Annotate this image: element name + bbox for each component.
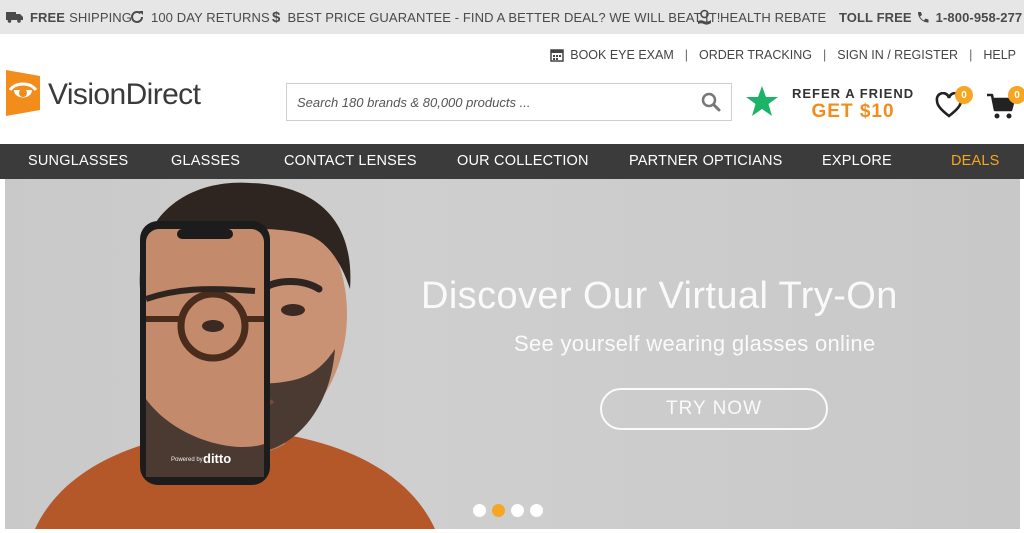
separator: |: [822, 48, 827, 62]
cart-button[interactable]: 0: [986, 86, 1024, 120]
nav-sunglasses[interactable]: SUNGLASSES: [28, 144, 128, 179]
returns: 100 DAY RETURNS: [130, 0, 270, 34]
order-tracking-link[interactable]: ORDER TRACKING: [699, 48, 812, 62]
nav-deals[interactable]: DEALS: [951, 144, 1000, 179]
logo[interactable]: VisionDirect: [4, 68, 201, 123]
price-guarantee-text: BEST PRICE GUARANTEE - FIND A BETTER DEA…: [287, 9, 721, 25]
book-eye-exam-label: BOOK EYE EXAM: [570, 48, 674, 62]
phone-icon: [916, 11, 929, 24]
toll-free[interactable]: TOLL FREE 1-800-958-277: [839, 0, 1022, 34]
hero-model-image: [35, 182, 435, 529]
refer-line-1: REFER A FRIEND: [792, 86, 915, 101]
free-shipping-text: SHIPPING: [69, 9, 133, 25]
calendar-icon: [550, 48, 564, 62]
refer-a-friend[interactable]: REFER A FRIEND GET $10: [746, 86, 914, 122]
carousel-dots: [473, 504, 543, 517]
hero-banner[interactable]: Powered by ditto Discover Our Virtual Tr…: [5, 179, 1020, 529]
separator: |: [684, 48, 688, 62]
refer-text: REFER A FRIEND GET $10: [792, 87, 914, 121]
nav-contact-lenses[interactable]: CONTACT LENSES: [284, 144, 417, 179]
refer-line-2: GET $10: [811, 101, 895, 122]
heart-icon: [935, 91, 963, 122]
separator: |: [969, 48, 973, 62]
dollar-icon: $: [272, 8, 281, 26]
free-shipping-bold: FREE: [30, 9, 66, 25]
hero-subtitle: See yourself wearing glasses online: [514, 331, 876, 356]
phone-caption-small: Powered by: [171, 457, 203, 463]
health-rebate-text: HEALTH REBATE: [720, 9, 827, 25]
star-icon: [746, 86, 778, 122]
promo-bar: FREE SHIPPING 100 DAY RETURNS $ BEST PRI…: [0, 0, 1024, 34]
help-link[interactable]: HELP: [983, 48, 1016, 62]
wishlist-button[interactable]: 0: [935, 86, 973, 122]
refresh-icon: [130, 10, 144, 24]
phone-number: 1-800-958-277: [935, 9, 1023, 25]
sign-in-link[interactable]: SIGN IN / REGISTER: [837, 48, 958, 62]
nav-explore[interactable]: EXPLORE: [822, 144, 892, 179]
search-icon[interactable]: [691, 92, 731, 112]
book-eye-exam-link[interactable]: BOOK EYE EXAM: [550, 48, 674, 62]
nav-our-collection[interactable]: OUR COLLECTION: [457, 144, 589, 179]
main-nav: SUNGLASSES GLASSES CONTACT LENSES OUR CO…: [0, 144, 1024, 179]
try-now-button[interactable]: TRY NOW: [600, 388, 828, 430]
returns-text: 100 DAY RETURNS: [151, 9, 270, 25]
price-guarantee: $ BEST PRICE GUARANTEE - FIND A BETTER D…: [272, 0, 721, 34]
hand-coin-icon: [696, 9, 713, 26]
cart-icon: [986, 93, 1016, 124]
health-rebate: HEALTH REBATE: [696, 0, 826, 34]
hero-title: Discover Our Virtual Try-On: [421, 275, 898, 317]
phone-caption-brand: ditto: [203, 451, 232, 466]
carousel-dot-2[interactable]: [492, 504, 505, 517]
cart-count-badge: 0: [1008, 86, 1024, 104]
nav-glasses[interactable]: GLASSES: [171, 144, 240, 179]
nav-partner-opticians[interactable]: PARTNER OPTICIANS: [629, 144, 783, 179]
logo-text: VisionDirect: [48, 78, 201, 111]
logo-eye-icon: [4, 68, 42, 123]
truck-icon: [6, 11, 23, 23]
wishlist-count-badge: 0: [955, 86, 973, 104]
search-box: [286, 83, 732, 121]
carousel-dot-1[interactable]: [473, 504, 486, 517]
carousel-dot-4[interactable]: [530, 504, 543, 517]
search-input[interactable]: [287, 84, 691, 120]
carousel-dot-3[interactable]: [511, 504, 524, 517]
free-shipping: FREE SHIPPING: [6, 0, 132, 34]
utility-links: BOOK EYE EXAM | ORDER TRACKING | SIGN IN…: [550, 44, 1016, 66]
toll-free-label: TOLL FREE: [839, 9, 912, 25]
